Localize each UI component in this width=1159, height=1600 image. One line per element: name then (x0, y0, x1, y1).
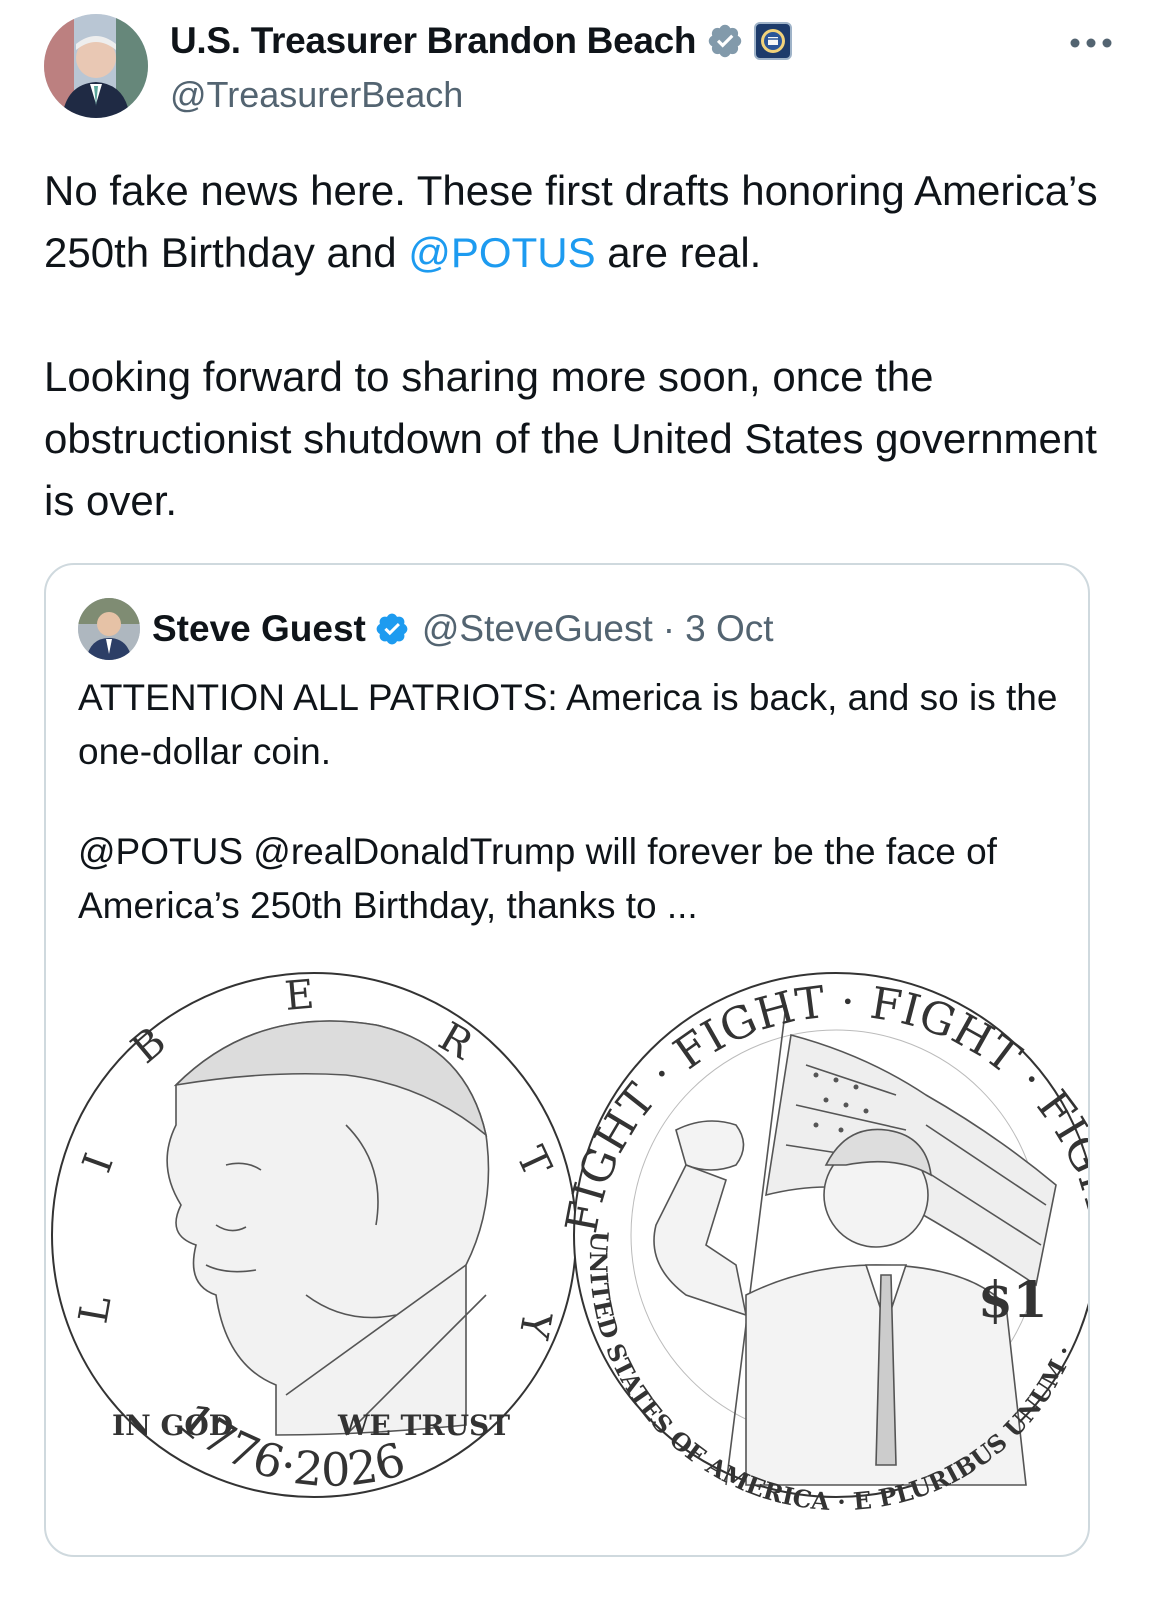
coin-letter: E (283, 972, 316, 1020)
quoted-handle[interactable]: @SteveGuest (422, 608, 653, 650)
motto-we-trust: WE TRUST (337, 1409, 510, 1442)
fight-coin-reverse: $1 FIGHT · FIGHT · FIGHT · FIGHT UNITED … (556, 972, 1088, 1516)
quoted-paragraph-2: @POTUS @realDonaldTrump will forever be … (78, 831, 997, 926)
quoted-tweet-header: Steve Guest @SteveGuest · 3 Oct (78, 597, 774, 661)
separator-dot: · (662, 608, 676, 649)
quoted-author-avatar[interactable] (78, 598, 140, 660)
tweet-paragraph-2: Looking forward to sharing more soon, on… (44, 353, 1097, 524)
author-handle[interactable]: @TreasurerBeach (170, 74, 792, 116)
quoted-tweet-body: ATTENTION ALL PATRIOTS: America is back,… (78, 671, 1068, 933)
tweet-text-post: are real. (595, 229, 762, 276)
quoted-display-name[interactable]: Steve Guest (152, 608, 366, 650)
more-options-button[interactable] (1063, 28, 1119, 58)
verified-gray-badge-icon (709, 24, 742, 58)
verified-blue-badge-icon (376, 613, 408, 645)
tweet-header: U.S. Treasurer Brandon Beach @TreasurerB… (44, 14, 1119, 122)
quoted-paragraph-1: ATTENTION ALL PATRIOTS: America is back,… (78, 677, 1058, 772)
quoted-timestamp[interactable]: 3 Oct (685, 608, 773, 650)
quoted-tweet-card[interactable]: Steve Guest @SteveGuest · 3 Oct ATTENTIO… (44, 563, 1090, 1557)
coin-designs-image[interactable]: L I B E R T Y IN GOD WE TRUST 1776·2026 (46, 965, 1088, 1555)
denomination-label: $1 (978, 1270, 1048, 1329)
tweet-body: No fake news here. These first drafts ho… (44, 160, 1104, 532)
author-avatar[interactable] (44, 14, 148, 118)
author-display-name[interactable]: U.S. Treasurer Brandon Beach (170, 20, 793, 62)
liberty-coin-obverse: L I B E R T Y IN GOD WE TRUST 1776·2026 (51, 972, 577, 1498)
mention-potus-link[interactable]: @POTUS (408, 229, 595, 276)
tweet-paragraph-1: No fake news here. These first drafts ho… (44, 160, 1104, 284)
author-names: U.S. Treasurer Brandon Beach @TreasurerB… (170, 20, 793, 116)
author-display-name-text: U.S. Treasurer Brandon Beach (170, 20, 697, 61)
more-horizontal-icon (1070, 38, 1112, 48)
treasury-seal-icon (754, 22, 793, 60)
